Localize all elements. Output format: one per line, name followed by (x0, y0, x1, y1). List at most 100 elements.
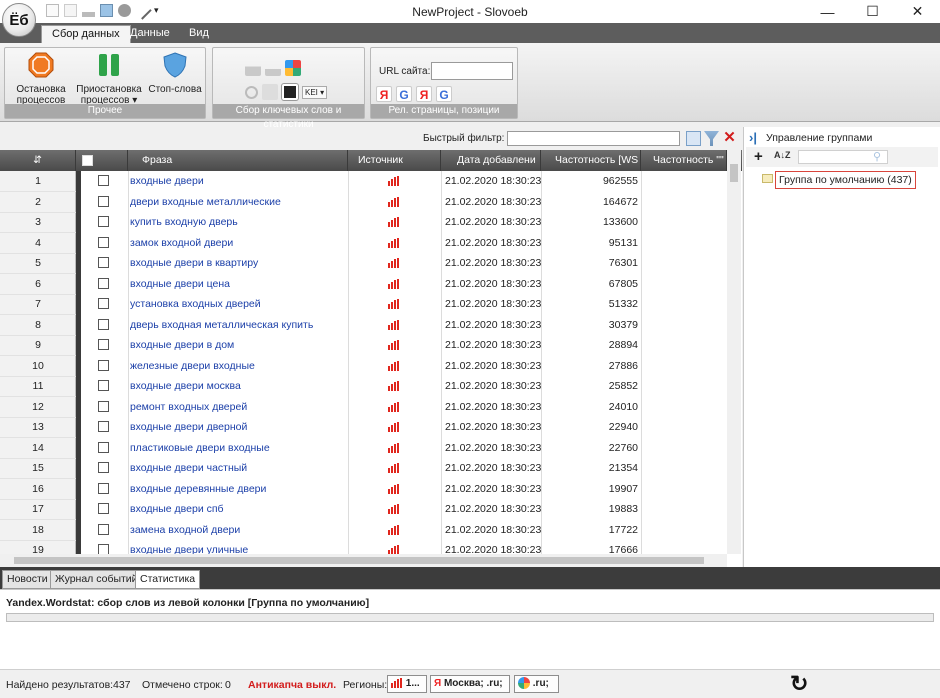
grid-horizontal-scrollbar[interactable] (0, 554, 727, 567)
table-row[interactable]: 10 железные двери входные 21.02.2020 18:30… (0, 356, 742, 377)
table-row[interactable]: 6 входные двери цена 21.02.2020 18:30:23 67… (0, 274, 742, 295)
row-phrase[interactable]: входные деревянные двери (130, 479, 345, 499)
row-checkbox[interactable] (98, 318, 109, 330)
row-checkbox[interactable] (98, 421, 109, 432)
row-phrase[interactable]: купить входную дверь (130, 212, 345, 232)
google-colors-icon[interactable] (285, 60, 301, 76)
header-num[interactable]: ⇵ (0, 150, 76, 171)
region-box-wordstat[interactable]: 1... (387, 675, 427, 693)
row-phrase[interactable]: ремонт входных дверей (130, 397, 345, 417)
list-icon[interactable] (262, 84, 278, 100)
row-phrase[interactable]: входные двери в квартиру (130, 253, 345, 273)
hscroll-thumb[interactable] (14, 557, 704, 564)
row-checkbox[interactable] (98, 503, 109, 514)
header-source[interactable]: Источник (348, 150, 441, 171)
row-checkbox[interactable] (98, 359, 109, 371)
row-checkbox[interactable] (98, 298, 109, 309)
table-row[interactable]: 16 входные деревянные двери 21.02.2020 18:… (0, 479, 742, 500)
filter-apply-icon[interactable] (686, 131, 701, 146)
row-phrase[interactable]: дверь входная металлическая купить (130, 315, 345, 335)
table-row[interactable]: 18 замена входной двери 21.02.2020 18:30:2… (0, 520, 742, 541)
clear-filter-icon[interactable]: ✕ (722, 130, 737, 146)
table-row[interactable]: 8 дверь входная металлическая купить 21.02… (0, 315, 742, 336)
select-all-checkbox[interactable] (82, 155, 93, 166)
funnel-icon[interactable] (704, 131, 719, 146)
group-item-default[interactable]: Группа по умолчанию (437) (775, 171, 916, 189)
table-row[interactable]: 15 входные двери частный 21.02.2020 18:30:… (0, 458, 742, 479)
header-phrase[interactable]: Фраза (128, 150, 348, 171)
row-phrase[interactable]: двери входные металлические (130, 192, 345, 212)
row-phrase[interactable]: входные двери москва (130, 376, 345, 396)
row-phrase[interactable]: входные двери (130, 171, 345, 191)
pause-processes-button[interactable]: Приостановка процессов ▾ (75, 52, 143, 106)
app-menu-button[interactable]: Ёб (2, 3, 36, 37)
close-button[interactable]: ✕ (895, 0, 940, 23)
header-freq-quoted[interactable]: Частотность "" (641, 150, 727, 171)
row-checkbox[interactable] (98, 523, 109, 535)
table-row[interactable]: 3 купить входную дверь 21.02.2020 18:30:23… (0, 212, 742, 233)
stop-words-button[interactable]: Стоп-слова (147, 52, 203, 95)
group-search-input[interactable]: ⚲ (798, 150, 888, 164)
header-freq-ws[interactable]: Частотность [WS (541, 150, 641, 171)
kei-dropdown[interactable]: KEI ▾ (302, 85, 328, 99)
row-phrase[interactable]: входные двери частный (130, 458, 345, 478)
tab-statistics[interactable]: Статистика (135, 570, 201, 589)
collapse-panel-icon[interactable]: ›| (749, 130, 757, 145)
wordstat-left-icon[interactable] (245, 60, 261, 76)
add-group-icon[interactable]: + (754, 148, 763, 165)
refresh-icon[interactable]: ↻ (790, 671, 808, 697)
tab-view[interactable]: Вид (179, 25, 219, 43)
region-box-yandex[interactable]: Я Москва; .ru; (430, 675, 510, 693)
table-row[interactable]: 12 ремонт входных дверей 21.02.2020 18:30:… (0, 397, 742, 418)
table-row[interactable]: 11 входные двери москва 21.02.2020 18:30:2… (0, 376, 742, 397)
minimize-button[interactable]: — (805, 0, 850, 23)
table-row[interactable]: 7 установка входных дверей 21.02.2020 18:3… (0, 294, 742, 315)
row-phrase[interactable]: входные двери дверной (130, 417, 345, 437)
row-phrase[interactable]: установка входных дверей (130, 294, 345, 314)
row-checkbox[interactable] (98, 462, 109, 473)
table-row[interactable]: 14 пластиковые двери входные 21.02.2020 18… (0, 438, 742, 459)
tab-data[interactable]: Данные (120, 25, 180, 43)
google-position-icon[interactable]: G (436, 86, 452, 102)
row-phrase[interactable]: пластиковые двери входные (130, 438, 345, 458)
anticaptcha-status[interactable]: Антикапча выкл. (248, 679, 336, 691)
row-checkbox[interactable] (98, 339, 109, 350)
row-checkbox[interactable] (98, 236, 109, 248)
row-phrase[interactable]: входные двери спб (130, 499, 345, 519)
row-checkbox[interactable] (98, 195, 109, 207)
row-checkbox[interactable] (98, 216, 109, 227)
table-row[interactable]: 2 двери входные металлические 21.02.2020 1… (0, 192, 742, 213)
quick-filter-input[interactable] (507, 131, 680, 146)
row-phrase[interactable]: входные двери в дом (130, 335, 345, 355)
table-row[interactable]: 5 входные двери в квартиру 21.02.2020 18:3… (0, 253, 742, 274)
frame-icon[interactable] (281, 83, 299, 101)
header-date[interactable]: Дата добавлени (441, 150, 541, 171)
row-phrase[interactable]: замена входной двери (130, 520, 345, 540)
row-checkbox[interactable] (98, 277, 109, 289)
google-icon[interactable]: G (396, 86, 412, 102)
table-row[interactable]: 13 входные двери дверной 21.02.2020 18:30:… (0, 417, 742, 438)
tab-news[interactable]: Новости (2, 570, 53, 589)
table-row[interactable]: 17 входные двери спб 21.02.2020 18:30:23 19… (0, 499, 742, 520)
row-checkbox[interactable] (98, 482, 109, 494)
grid-vertical-scrollbar[interactable] (727, 150, 741, 554)
sort-groups-icon[interactable]: A↓Z (774, 150, 791, 160)
row-checkbox[interactable] (98, 380, 109, 391)
maximize-button[interactable]: ☐ (850, 0, 895, 23)
table-row[interactable]: 9 входные двери в дом 21.02.2020 18:30:23 2… (0, 335, 742, 356)
yandex-icon[interactable]: Я (376, 86, 392, 102)
yandex-position-icon[interactable]: Я (416, 86, 432, 102)
scroll-thumb[interactable] (730, 164, 738, 182)
tab-event-log[interactable]: Журнал событий (50, 570, 143, 589)
table-row[interactable]: 1 входные двери 21.02.2020 18:30:23 962555 (0, 171, 742, 192)
row-checkbox[interactable] (98, 175, 109, 186)
tab-data-collection[interactable]: Сбор данных (41, 25, 131, 43)
row-phrase[interactable]: железные двери входные (130, 356, 345, 376)
row-checkbox[interactable] (98, 257, 109, 268)
header-checkbox[interactable] (76, 150, 128, 171)
url-input[interactable] (431, 62, 513, 80)
search-zoom-icon[interactable] (245, 85, 258, 99)
table-row[interactable]: 4 замок входной двери 21.02.2020 18:30:23 9… (0, 233, 742, 254)
row-phrase[interactable]: входные двери цена (130, 274, 345, 294)
wordstat-right-icon[interactable] (265, 60, 281, 76)
